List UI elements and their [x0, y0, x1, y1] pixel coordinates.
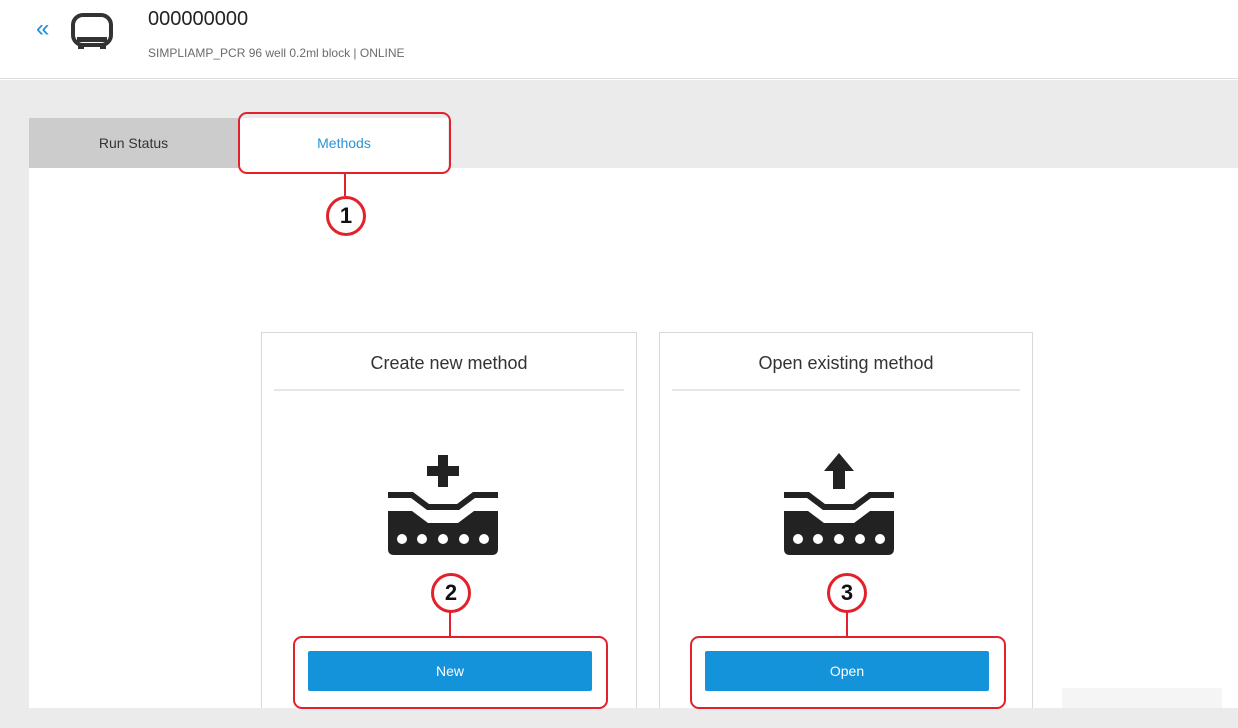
open-method-card: Open existing method Open — [659, 332, 1033, 708]
card-title: Create new method — [370, 353, 528, 373]
callout-marker-3: 3 — [827, 573, 867, 613]
double-chevron-left-icon: « — [36, 15, 50, 42]
divider — [274, 389, 624, 391]
device-info: SIMPLIAMP_PCR 96 well 0.2ml block | ONLI… — [148, 46, 405, 60]
plate-upload-icon — [784, 453, 894, 555]
divider — [672, 389, 1020, 391]
bottom-strip — [0, 708, 1238, 728]
plate-add-icon — [388, 455, 498, 555]
collapse-back-button[interactable]: « — [36, 14, 49, 44]
tab-run-status[interactable]: Run Status — [29, 118, 238, 168]
new-method-button[interactable]: New — [308, 651, 592, 691]
app-header: « 000000000 SIMPLIAMP_PCR 96 well 0.2ml … — [0, 0, 1238, 79]
device-name: 000000000 — [148, 8, 249, 30]
tab-methods[interactable]: Methods — [240, 118, 448, 168]
callout-connector — [344, 174, 346, 196]
open-method-button[interactable]: Open — [705, 651, 989, 691]
card-title: Open existing method — [758, 353, 934, 373]
create-method-card: Create new method New — [261, 332, 637, 708]
thermal-cycler-icon — [71, 13, 113, 49]
callout-connector — [449, 612, 451, 636]
callout-marker-2: 2 — [431, 573, 471, 613]
callout-marker-1: 1 — [326, 196, 366, 236]
callout-connector — [846, 612, 848, 636]
bottom-right-panel — [1062, 688, 1222, 708]
